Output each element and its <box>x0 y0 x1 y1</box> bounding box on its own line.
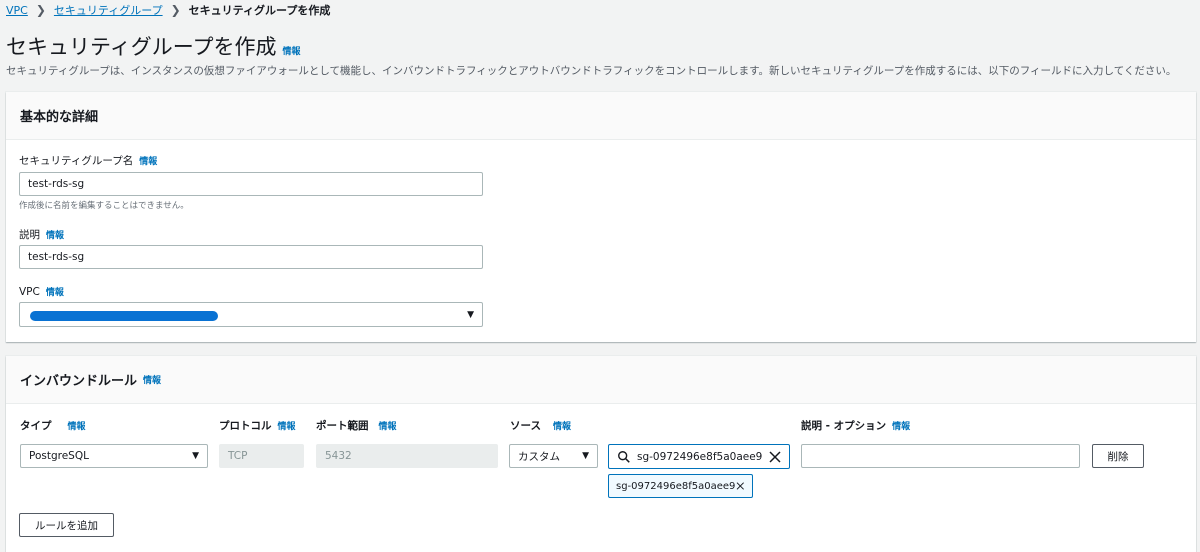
security-group-name-label-text: セキュリティグループ名 <box>19 155 134 167</box>
rule-description-input[interactable] <box>801 444 1080 468</box>
vpc-label-text: VPC <box>19 285 40 298</box>
rule-source-type-value: カスタム <box>518 450 560 463</box>
breadcrumb-current: セキュリティグループを作成 <box>188 4 331 17</box>
inbound-rules-heading-text: インバウンドルール <box>20 374 138 389</box>
add-rule-button[interactable]: ルールを追加 <box>19 513 114 537</box>
basic-details-panel: 基本的な詳細 セキュリティグループ名 情報 test-rds-sg 作成後に名前… <box>6 92 1196 342</box>
column-port-info-link[interactable]: 情報 <box>379 419 397 432</box>
column-type-label: タイプ 情報 <box>20 418 86 433</box>
column-port-text: ポート範囲 <box>316 420 369 432</box>
column-type-text: タイプ <box>20 420 52 432</box>
inbound-rules-info-link[interactable]: 情報 <box>143 373 161 386</box>
remove-token-icon[interactable] <box>735 479 746 493</box>
column-protocol-info-link[interactable]: 情報 <box>278 419 296 432</box>
caret-down-icon: ▼ <box>582 451 589 461</box>
basic-details-heading: 基本的な詳細 <box>6 92 1196 140</box>
caret-down-icon: ▼ <box>192 451 199 461</box>
rule-type-select[interactable]: PostgreSQL ▼ <box>20 444 208 468</box>
clear-icon[interactable] <box>767 449 783 465</box>
rule-protocol-field: TCP <box>219 444 304 468</box>
security-group-name-info-link[interactable]: 情報 <box>139 154 157 167</box>
rule-source-search-input[interactable]: sg-0972496e8f5a0aee9 <box>608 444 790 469</box>
vpc-select[interactable]: ▼ <box>19 302 483 327</box>
column-source-label: ソース 情報 <box>510 418 571 433</box>
rule-source-type-select[interactable]: カスタム ▼ <box>509 444 598 468</box>
column-source-info-link[interactable]: 情報 <box>553 419 571 432</box>
description-value: test-rds-sg <box>28 251 85 263</box>
security-group-name-value: test-rds-sg <box>28 178 85 190</box>
chevron-right-icon: ❯ <box>170 3 181 17</box>
description-input[interactable]: test-rds-sg <box>19 245 483 269</box>
column-protocol-label: プロトコル 情報 <box>219 418 296 433</box>
page-title: セキュリティグループを作成 <box>6 35 277 59</box>
description-label: 説明 情報 <box>19 227 64 242</box>
column-description-info-link[interactable]: 情報 <box>892 419 910 432</box>
rule-port-field: 5432 <box>316 444 498 468</box>
breadcrumb-vpc-link[interactable]: VPC <box>6 4 28 17</box>
rule-source-token-value: sg-0972496e8f5a0aee9 <box>616 480 736 492</box>
rule-source-token: sg-0972496e8f5a0aee9 <box>608 474 753 498</box>
rule-protocol-value: TCP <box>228 450 248 462</box>
chevron-right-icon: ❯ <box>35 3 46 17</box>
page-description: セキュリティグループは、インスタンスの仮想ファイアウォールとして機能し、インバウ… <box>6 65 1177 77</box>
page-title-container: セキュリティグループを作成 情報 <box>6 31 301 61</box>
breadcrumb-security-groups-link[interactable]: セキュリティグループ <box>54 2 163 18</box>
description-label-text: 説明 <box>19 229 40 241</box>
column-port-label: ポート範囲 情報 <box>316 418 397 433</box>
description-info-link[interactable]: 情報 <box>46 228 64 241</box>
vpc-label: VPC 情報 <box>19 285 64 299</box>
column-source-text: ソース <box>510 420 541 432</box>
security-group-name-input[interactable]: test-rds-sg <box>19 172 483 196</box>
column-description-label: 説明 - オプション 情報 <box>801 418 910 433</box>
column-protocol-text: プロトコル <box>219 420 272 432</box>
caret-down-icon: ▼ <box>467 309 474 320</box>
rule-source-search-value: sg-0972496e8f5a0aee9 <box>637 450 763 463</box>
delete-rule-button[interactable]: 削除 <box>1092 444 1144 468</box>
security-group-name-label: セキュリティグループ名 情報 <box>19 153 157 168</box>
vpc-info-link[interactable]: 情報 <box>46 285 64 298</box>
rule-port-value: 5432 <box>325 450 352 462</box>
search-icon <box>618 450 630 463</box>
column-type-info-link[interactable]: 情報 <box>68 419 86 432</box>
inbound-rules-heading: インバウンドルール 情報 <box>6 356 1196 404</box>
breadcrumb: VPC ❯ セキュリティグループ ❯ セキュリティグループを作成 <box>6 2 330 18</box>
rule-type-value: PostgreSQL <box>29 450 89 462</box>
redacted-vpc-value <box>30 311 218 321</box>
page-info-link[interactable]: 情報 <box>282 44 300 57</box>
security-group-name-hint: 作成後に名前を編集することはできません。 <box>19 201 189 211</box>
column-description-text: 説明 - オプション <box>801 420 887 432</box>
